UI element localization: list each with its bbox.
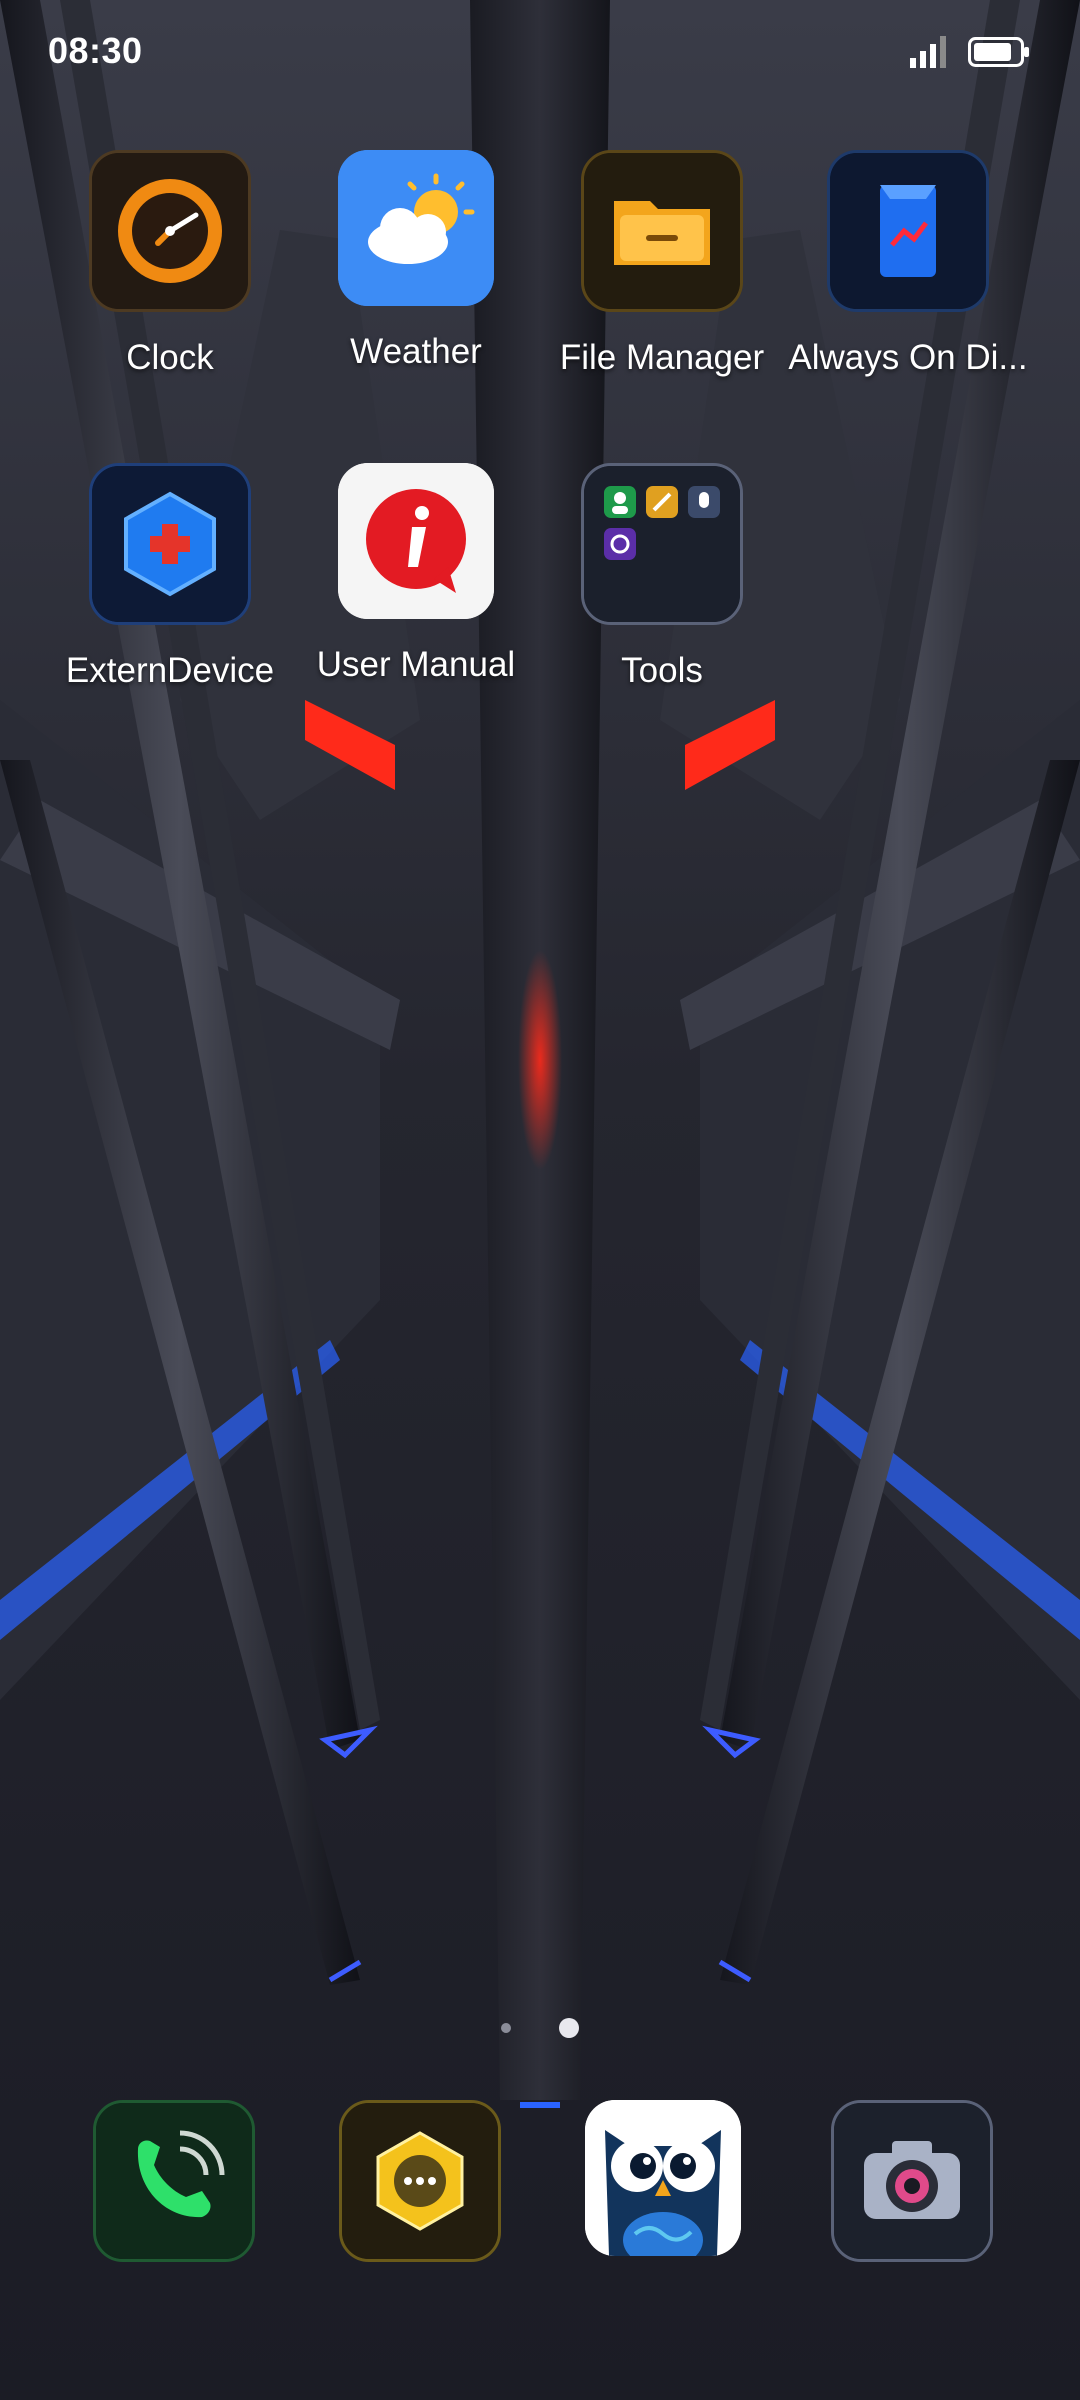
app-weather[interactable]: Weather [293, 150, 539, 372]
app-label: ExternDevice [65, 651, 275, 690]
dock-phone[interactable] [93, 2100, 255, 2262]
app-label: Weather [350, 332, 482, 371]
app-externdevice[interactable]: ExternDevice [47, 463, 293, 691]
app-label: Tools [621, 651, 703, 690]
battery-icon [968, 37, 1030, 67]
info-icon [338, 463, 494, 619]
page-dot-2-active[interactable] [559, 2018, 579, 2038]
app-always-on-display[interactable]: Always On Di... [785, 150, 1031, 378]
clock-icon [89, 150, 251, 312]
page-indicator [0, 2018, 1080, 2038]
dock-owl-app[interactable] [585, 2100, 741, 2256]
app-label: User Manual [316, 645, 516, 684]
app-label: File Manager [559, 338, 765, 377]
page-dot-1[interactable] [501, 2023, 511, 2033]
messages-icon [339, 2100, 501, 2262]
status-bar: 08:30 [0, 0, 1080, 110]
app-file-manager[interactable]: File Manager [539, 150, 785, 378]
folder-grid-icon [581, 463, 743, 625]
app-user-manual[interactable]: User Manual [293, 463, 539, 685]
app-tools-folder[interactable]: Tools [539, 463, 785, 691]
status-time: 08:30 [48, 30, 143, 71]
app-clock[interactable]: Clock [47, 150, 293, 378]
weather-icon [338, 150, 494, 306]
camera-icon [831, 2100, 993, 2262]
gamepad-icon [89, 463, 251, 625]
app-label: Always On Di... [788, 338, 1028, 377]
phone-icon [93, 2100, 255, 2262]
signal-icon [910, 36, 946, 68]
app-label: Clock [126, 338, 214, 377]
folder-icon [581, 150, 743, 312]
always-on-display-icon [827, 150, 989, 312]
dock-camera[interactable] [831, 2100, 993, 2262]
dock-messages[interactable] [339, 2100, 501, 2262]
owl-icon [585, 2100, 741, 2256]
